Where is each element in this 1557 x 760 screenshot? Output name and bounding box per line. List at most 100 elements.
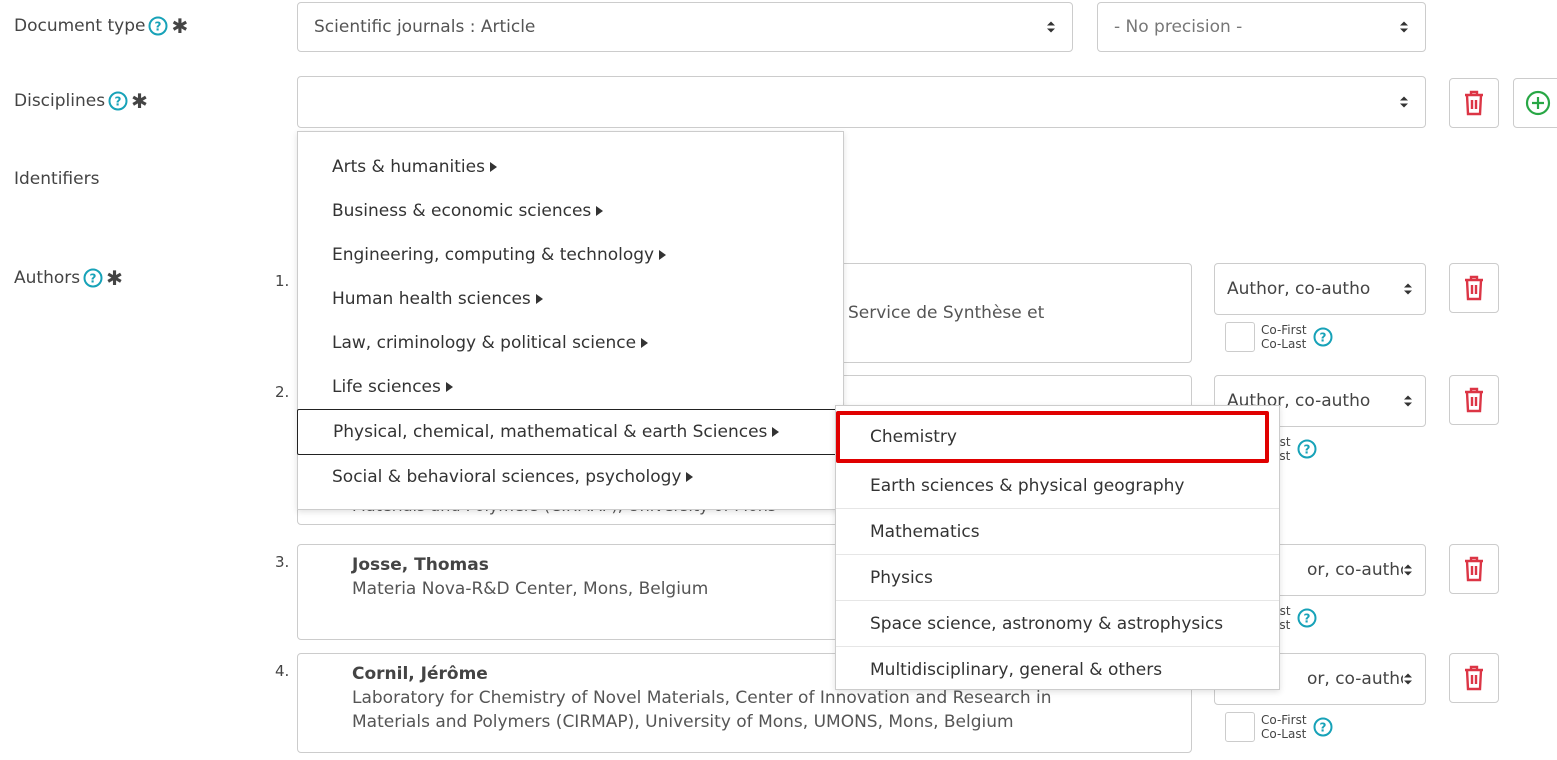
menu-item-label: Social & behavioral sciences, psychology [332, 467, 682, 487]
co-first-checkbox[interactable] [1225, 712, 1255, 742]
disciplines-dropdown-menu: Arts & humanities Business & economic sc… [297, 131, 844, 510]
co-last-label: Co-Last [1261, 337, 1307, 351]
trash-icon [1465, 275, 1483, 301]
trash-icon [1465, 90, 1483, 116]
menu-item-label: Law, criminology & political science [332, 333, 637, 353]
help-icon[interactable]: ? [148, 16, 168, 36]
author-number: 3. [275, 553, 290, 571]
document-type-label: Document type ? ✱ [14, 16, 188, 36]
help-icon[interactable]: ? [1297, 608, 1317, 628]
svg-text:?: ? [155, 20, 162, 34]
submenu-item-label: Chemistry [870, 427, 957, 447]
submenu-item-multidisciplinary[interactable]: Multidisciplinary, general & others [836, 647, 1279, 693]
delete-author-button[interactable] [1449, 375, 1499, 425]
sort-caret-icon [1404, 395, 1412, 407]
svg-text:?: ? [115, 95, 122, 109]
svg-text:?: ? [90, 272, 97, 286]
sort-caret-icon [1400, 21, 1408, 33]
sort-caret-icon [1404, 673, 1412, 685]
caret-right-icon [686, 472, 694, 482]
menu-item-label: Physical, chemical, mathematical & earth… [333, 422, 768, 442]
menu-item-label: Engineering, computing & technology [332, 245, 655, 265]
submenu-item-label: Mathematics [870, 521, 980, 542]
author-affiliation-line: Materials and Polymers (CIRMAP), Univers… [352, 712, 1014, 732]
co-first-last-toggle[interactable]: Co-First Co-Last ? [1225, 712, 1333, 742]
caret-right-icon [596, 206, 604, 216]
menu-item-social-behavioral[interactable]: Social & behavioral sciences, psychology [298, 455, 843, 499]
delete-author-button[interactable] [1449, 263, 1499, 313]
submenu-item-space-science[interactable]: Space science, astronomy & astrophysics [836, 601, 1279, 647]
co-first-label: Co-First [1261, 323, 1307, 337]
sort-caret-icon [1047, 21, 1055, 33]
document-type-value: Scientific journals : Article [314, 17, 536, 37]
author-role-select[interactable]: Author, co-autho [1214, 263, 1426, 315]
caret-right-icon [641, 338, 649, 348]
menu-item-human-health[interactable]: Human health sciences [298, 277, 843, 321]
delete-author-button[interactable] [1449, 544, 1499, 594]
required-asterisk-icon: ✱ [131, 89, 148, 113]
co-first-checkbox[interactable] [1225, 322, 1255, 352]
identifiers-label: Identifiers [14, 169, 99, 189]
submenu-item-label: Multidisciplinary, general & others [870, 660, 1163, 680]
co-last-label: Co-Last [1261, 727, 1307, 741]
svg-text:?: ? [1319, 721, 1326, 735]
caret-right-icon [445, 382, 453, 392]
menu-item-life-sciences[interactable]: Life sciences [298, 365, 843, 409]
co-first-last-text: Co-First Co-Last [1261, 323, 1307, 351]
menu-item-engineering[interactable]: Engineering, computing & technology [298, 233, 843, 277]
help-icon[interactable]: ? [1297, 439, 1317, 459]
required-asterisk-icon: ✱ [171, 14, 189, 38]
menu-item-physical-chemical-active[interactable]: Physical, chemical, mathematical & earth… [297, 409, 844, 455]
author-number: 4. [275, 662, 290, 680]
trash-icon [1465, 556, 1483, 582]
author-affiliation: Service de Synthèse et [848, 303, 1045, 323]
submenu-item-mathematics[interactable]: Mathematics [836, 509, 1279, 555]
caret-right-icon [772, 427, 780, 437]
sort-caret-icon [1404, 564, 1412, 576]
disciplines-label: Disciplines ? ✱ [14, 91, 148, 111]
menu-item-arts-humanities[interactable]: Arts & humanities [298, 145, 843, 189]
menu-item-label: Business & economic sciences [332, 201, 592, 221]
submenu-item-chemistry[interactable]: Chemistry [836, 411, 1269, 463]
authors-label-text: Authors [14, 268, 81, 288]
caret-right-icon [659, 250, 667, 260]
author-number: 2. [275, 383, 290, 401]
menu-item-label: Arts & humanities [332, 157, 485, 177]
submenu-item-physics[interactable]: Physics [836, 555, 1279, 601]
submenu-item-label: Physics [870, 567, 933, 588]
submenu-item-label: Earth sciences & physical geography [870, 475, 1185, 496]
menu-item-law-criminology[interactable]: Law, criminology & political science [298, 321, 843, 365]
add-discipline-button[interactable] [1513, 78, 1557, 128]
submenu-item-label: Space science, astronomy & astrophysics [870, 613, 1224, 634]
disciplines-submenu: Chemistry Earth sciences & physical geog… [835, 405, 1280, 690]
svg-text:?: ? [1303, 612, 1310, 626]
svg-text:?: ? [1319, 331, 1326, 345]
help-icon[interactable]: ? [1313, 327, 1333, 347]
document-type-select[interactable]: Scientific journals : Article [297, 2, 1073, 52]
precision-select[interactable]: - No precision - [1097, 2, 1426, 52]
sort-caret-icon [1400, 96, 1408, 108]
co-first-label: Co-First [1261, 713, 1307, 727]
submenu-item-earth-sciences[interactable]: Earth sciences & physical geography [836, 463, 1279, 509]
svg-text:?: ? [1303, 443, 1310, 457]
caret-right-icon [489, 162, 497, 172]
author-role-value: Author, co-autho [1227, 279, 1371, 299]
co-first-last-toggle[interactable]: Co-First Co-Last ? [1225, 322, 1333, 352]
help-icon[interactable]: ? [108, 91, 128, 111]
trash-icon [1465, 665, 1483, 691]
disciplines-label-text: Disciplines [14, 91, 106, 111]
trash-icon [1465, 387, 1483, 413]
help-icon[interactable]: ? [1313, 717, 1333, 737]
author-number: 1. [275, 272, 290, 290]
menu-item-label: Life sciences [332, 377, 441, 397]
help-icon[interactable]: ? [83, 268, 103, 288]
required-asterisk-icon: ✱ [106, 266, 123, 290]
co-first-last-text: Co-First Co-Last [1261, 713, 1307, 741]
menu-item-business-economic[interactable]: Business & economic sciences [298, 189, 843, 233]
caret-right-icon [535, 294, 543, 304]
plus-circle-icon [1525, 90, 1551, 116]
disciplines-select[interactable] [297, 76, 1426, 128]
delete-author-button[interactable] [1449, 653, 1499, 703]
delete-discipline-button[interactable] [1449, 78, 1499, 128]
sort-caret-icon [1404, 283, 1412, 295]
